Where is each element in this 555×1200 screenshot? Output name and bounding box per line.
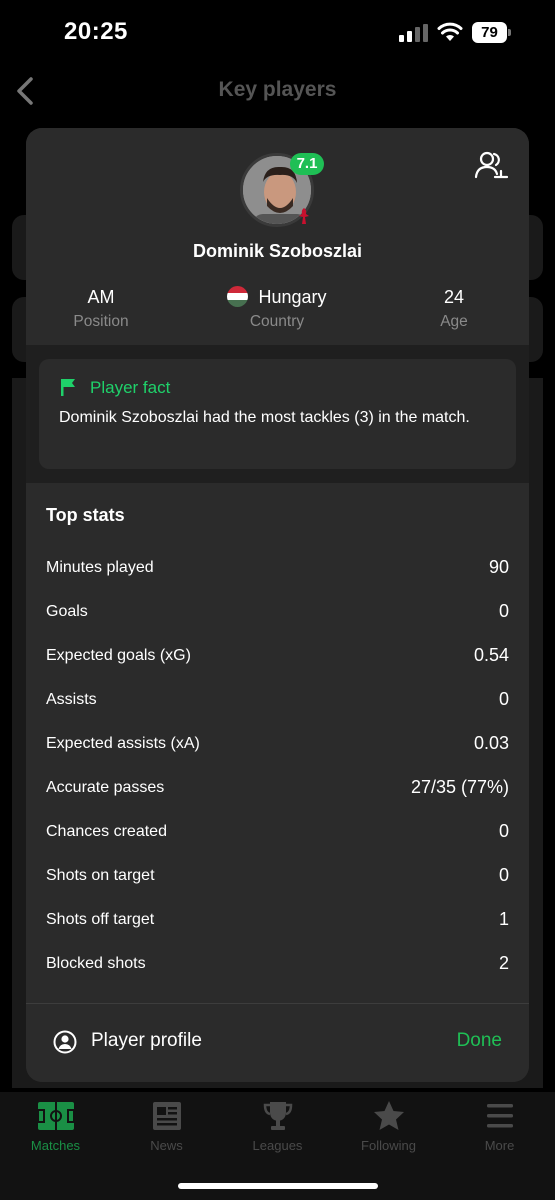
stat-row: Expected assists (xA) 0.03 <box>46 731 509 761</box>
stat-value: 0.54 <box>473 645 509 665</box>
stat-label: Chances created <box>46 823 167 840</box>
stat-label: Shots off target <box>46 911 155 928</box>
nav-label: More <box>484 1138 515 1153</box>
player-header: 7.1 Dominik Szoboszlai AM Position Hunga… <box>26 128 529 345</box>
stat-value: 0 <box>498 601 509 621</box>
age-info: 24 Age <box>379 285 529 331</box>
nav-label: Following <box>361 1138 416 1153</box>
stat-label: Expected goals (xG) <box>46 647 191 664</box>
stat-row: Chances created 0 <box>46 819 509 849</box>
stat-label: Shots on target <box>46 867 155 884</box>
flag-icon <box>61 379 75 396</box>
position-info: AM Position <box>26 285 176 331</box>
club-crest-icon <box>299 208 309 224</box>
stat-label: Assists <box>46 691 97 708</box>
status-bar: 20:25 79 <box>0 0 555 66</box>
top-stats-title: Top stats <box>46 505 125 525</box>
page-title: Key players <box>218 78 337 101</box>
nav-item-leagues[interactable]: Leagues <box>222 1100 333 1153</box>
stat-label: Minutes played <box>46 559 154 576</box>
wifi-icon <box>437 22 463 41</box>
nav-label: News <box>150 1138 183 1153</box>
stat-row: Shots on target 0 <box>46 863 509 893</box>
country-value: Hungary <box>258 287 327 307</box>
rating-badge: 7.1 <box>290 153 324 175</box>
done-button[interactable]: Done <box>457 1030 502 1052</box>
nav-label: Leagues <box>252 1138 303 1153</box>
player-fact-text: Dominik Szoboszlai had the most tackles … <box>59 409 470 426</box>
top-stats-section: Top stats Minutes played 90 Goals 0 Expe… <box>26 483 529 1003</box>
stat-value: 0 <box>498 689 509 709</box>
battery-level: 79 <box>472 22 507 43</box>
player-fact-card: Player fact Dominik Szoboszlai had the m… <box>39 359 516 469</box>
stat-value: 0 <box>498 865 509 885</box>
stat-row: Expected goals (xG) 0.54 <box>46 643 509 673</box>
position-label: Position <box>73 313 129 330</box>
pitch-icon <box>36 1102 75 1130</box>
nav-label: Matches <box>30 1138 81 1153</box>
modal-footer: Player profile Done <box>26 1004 529 1082</box>
player-fact-title: Player fact <box>90 378 171 397</box>
nav-item-following[interactable]: Following <box>333 1100 444 1153</box>
header: Key players <box>0 66 555 116</box>
nav-item-news[interactable]: News <box>111 1100 222 1153</box>
cellular-signal-icon <box>399 24 428 42</box>
player-profile-button[interactable]: Player profile <box>91 1030 202 1052</box>
lineup-person-icon[interactable] <box>473 150 509 180</box>
star-icon <box>373 1101 404 1130</box>
stat-row: Minutes played 90 <box>46 555 509 585</box>
stat-value: 27/35 (77%) <box>410 777 509 797</box>
menu-icon <box>486 1104 513 1128</box>
country-label: Country <box>249 313 305 330</box>
stat-row: Shots off target 1 <box>46 907 509 937</box>
hungary-flag-icon <box>227 286 249 307</box>
stat-value: 2 <box>498 953 509 973</box>
stat-value: 1 <box>498 909 509 929</box>
battery-icon: 79 <box>472 22 512 43</box>
stat-label: Goals <box>46 603 88 620</box>
player-name: Dominik Szoboszlai <box>192 241 363 261</box>
stat-label: Blocked shots <box>46 955 146 972</box>
player-modal: 7.1 Dominik Szoboszlai AM Position Hunga… <box>26 128 529 1082</box>
stat-row: Accurate passes 27/35 (77%) <box>46 775 509 805</box>
stat-value: 0 <box>498 821 509 841</box>
status-time: 20:25 <box>64 18 128 45</box>
player-profile-icon[interactable] <box>53 1030 77 1054</box>
stat-label: Accurate passes <box>46 779 165 796</box>
stat-label: Expected assists (xA) <box>46 735 200 752</box>
nav-item-matches[interactable]: Matches <box>0 1100 111 1153</box>
news-icon <box>152 1102 181 1130</box>
country-info: Hungary Country <box>202 285 352 331</box>
stat-row: Goals 0 <box>46 599 509 629</box>
home-indicator[interactable] <box>178 1183 378 1189</box>
age-value: 24 <box>443 287 465 307</box>
stat-value: 90 <box>488 557 509 577</box>
age-label: Age <box>440 313 468 330</box>
position-value: AM <box>87 287 115 307</box>
stat-value: 0.03 <box>473 733 509 753</box>
player-fact-section: Player fact Dominik Szoboszlai had the m… <box>26 345 529 483</box>
stat-row: Blocked shots 2 <box>46 951 509 981</box>
trophy-icon <box>263 1102 292 1130</box>
nav-item-more[interactable]: More <box>444 1100 555 1153</box>
stat-row: Assists 0 <box>46 687 509 717</box>
